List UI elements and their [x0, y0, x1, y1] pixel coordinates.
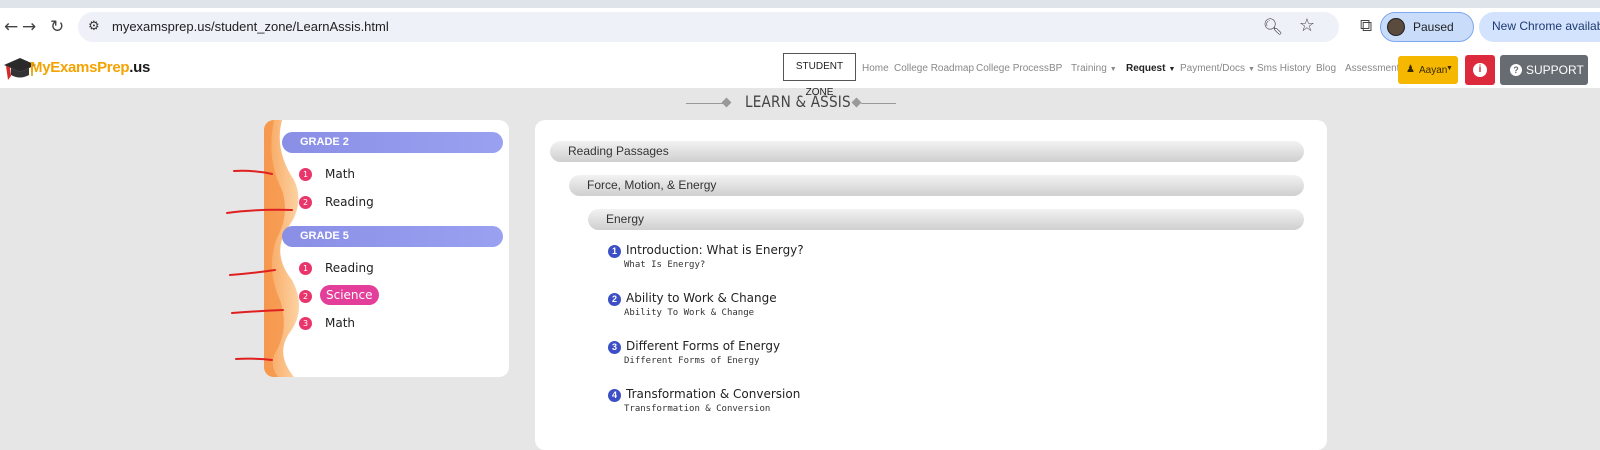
nav-training[interactable]: Training ▼	[1071, 63, 1117, 74]
caret-down-icon: ▼	[1109, 66, 1117, 73]
lesson-subtitle: Different Forms of Energy	[624, 356, 760, 366]
site-navbar: MyExamsPrep.us STUDENT ZONE Home College…	[0, 50, 1600, 98]
caret-down-icon: ▼	[1168, 66, 1176, 73]
support-label: SUPPORT	[1526, 63, 1584, 77]
subject-label: Math	[325, 167, 356, 181]
lesson-title[interactable]: Introduction: What is Energy?	[626, 243, 804, 257]
zoom-icon[interactable]: 🔍︎	[1263, 17, 1283, 36]
info-icon: i	[1473, 63, 1487, 77]
nav-home[interactable]: Home	[862, 63, 889, 74]
lesson-number: 3	[608, 341, 621, 354]
lesson-subtitle: Ability To Work & Change	[624, 308, 755, 318]
avatar	[1387, 18, 1405, 36]
subject-number: 1	[299, 262, 312, 275]
user-icon: ♟	[1406, 64, 1415, 75]
grade-header-5[interactable]: GRADE 5	[282, 226, 503, 247]
lesson-number: 2	[608, 293, 621, 306]
subject-number: 1	[299, 168, 312, 181]
question-icon: ?	[1510, 64, 1522, 76]
subject-number: 3	[299, 317, 312, 330]
nav-request-label: Request	[1126, 63, 1166, 74]
update-label: New Chrome available	[1492, 19, 1600, 33]
lesson-subtitle: What Is Energy?	[624, 260, 706, 270]
nav-training-label: Training	[1071, 63, 1107, 74]
decorative-ribbon	[264, 120, 300, 377]
profile-status: Paused	[1413, 20, 1454, 34]
lesson-subtitle: Transformation & Conversion	[624, 404, 771, 414]
page-heading: LEARN & ASSIS	[686, 91, 896, 115]
nav-request[interactable]: Request ▼	[1126, 63, 1175, 74]
user-name: Aayan	[1419, 65, 1448, 76]
tab-strip-shape	[0, 0, 1600, 8]
caret-down-icon: ▼	[1248, 66, 1255, 73]
nav-bp[interactable]: BP	[1049, 63, 1062, 74]
profile-button[interactable]: Paused	[1380, 12, 1474, 42]
tab-strip	[0, 0, 1600, 8]
subject-label: Reading	[325, 261, 374, 275]
grade-header-2[interactable]: GRADE 2	[282, 132, 503, 153]
subject-label: Reading	[325, 195, 374, 209]
nav-college-roadmap[interactable]: College Roadmap	[894, 63, 974, 74]
page-title: LEARN & ASSIS	[745, 92, 851, 111]
back-icon[interactable]: ←	[4, 17, 18, 37]
info-button[interactable]: i	[1465, 55, 1495, 85]
subject-label: Math	[325, 316, 356, 330]
extensions-icon[interactable]: ⧉	[1360, 16, 1372, 36]
heading-diamond-right	[851, 97, 862, 108]
subject-number: 2	[299, 290, 312, 303]
lesson-number: 1	[608, 245, 621, 258]
address-bar[interactable]: ⚙ myexamsprep.us/student_zone/LearnAssis…	[78, 12, 1339, 42]
nav-payment-docs-label: Payment/Docs	[1180, 63, 1246, 74]
nav-payment-docs[interactable]: Payment/Docs ▼	[1180, 63, 1255, 74]
subject-label-active: Science	[320, 285, 379, 305]
grade-panel: GRADE 2 1 Math 2 Reading GRADE 5 1 Readi…	[264, 120, 509, 377]
topic-bar-force-motion-energy[interactable]: Force, Motion, & Energy	[569, 175, 1304, 196]
nav-assessment[interactable]: Assessment	[1345, 63, 1399, 74]
update-chrome-button[interactable]: New Chrome available	[1479, 12, 1600, 42]
lesson-title[interactable]: Transformation & Conversion	[626, 387, 800, 401]
subtopic-bar-energy[interactable]: Energy	[588, 209, 1304, 230]
nav-college-process[interactable]: College Process	[976, 63, 1049, 74]
browser-toolbar: ← → ↻ ⚙ myexamsprep.us/student_zone/Lear…	[0, 0, 1600, 50]
lesson-title[interactable]: Ability to Work & Change	[626, 291, 777, 305]
nav-sms-history[interactable]: Sms History	[1257, 63, 1311, 74]
lesson-title[interactable]: Different Forms of Energy	[626, 339, 780, 353]
site-settings-icon[interactable]: ⚙	[88, 19, 100, 34]
lesson-number: 4	[608, 389, 621, 402]
heading-divider-left	[686, 103, 723, 104]
category-bar-reading-passages[interactable]: Reading Passages	[550, 141, 1304, 162]
user-menu-button[interactable]: ♟ Aayan ▼	[1398, 56, 1458, 84]
bookmark-star-icon[interactable]: ☆	[1299, 15, 1315, 36]
heading-diamond-left	[721, 97, 732, 108]
forward-icon[interactable]: →	[22, 17, 36, 37]
subject-number: 2	[299, 196, 312, 209]
main-menu: Home College Roadmap College Process BP …	[0, 50, 1600, 88]
url-text[interactable]: myexamsprep.us/student_zone/LearnAssis.h…	[112, 19, 389, 34]
support-button[interactable]: ? SUPPORT	[1500, 55, 1588, 85]
caret-down-icon: ▼	[1446, 65, 1453, 72]
nav-blog[interactable]: Blog	[1316, 63, 1336, 74]
reload-icon[interactable]: ↻	[50, 17, 64, 37]
heading-divider-right	[861, 103, 896, 104]
